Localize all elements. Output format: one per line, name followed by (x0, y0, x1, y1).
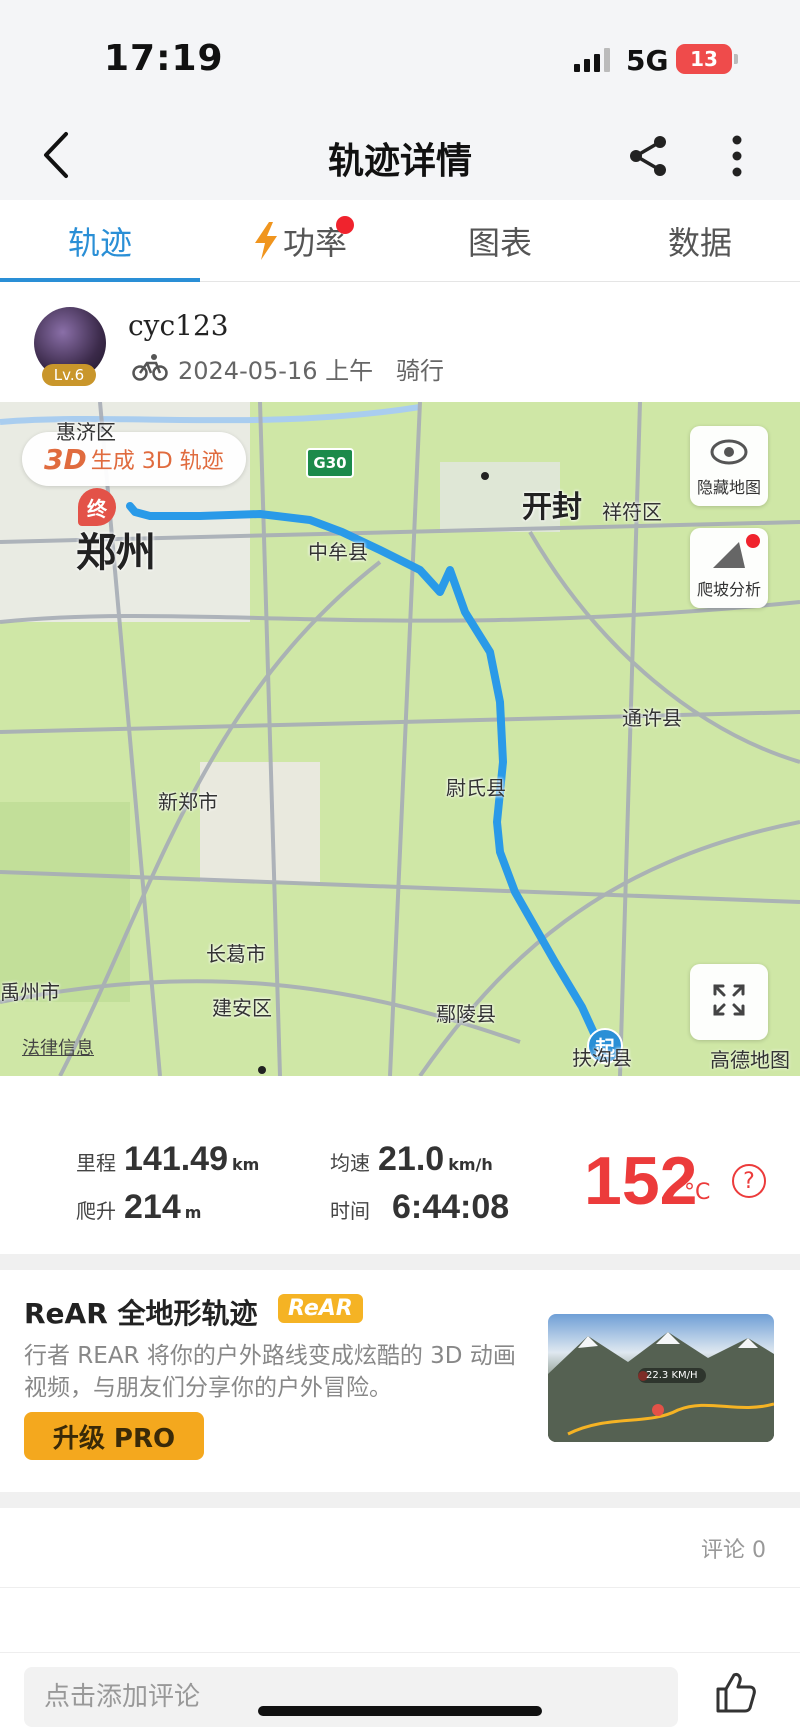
stat-speed: 均速 21.0 km/h (330, 1140, 493, 1179)
climb-value: 214 (124, 1188, 181, 1226)
more-vertical-icon[interactable] (724, 132, 750, 180)
map-label-changge: 长葛市 (206, 942, 266, 966)
section-divider (0, 1492, 800, 1508)
tab-track[interactable]: 轨迹 (0, 200, 200, 282)
map-label-zhongmou: 中牟县 (308, 540, 368, 564)
promo-title: ReAR 全地形轨迹 (24, 1297, 258, 1330)
3d-tag: 3D (44, 442, 87, 476)
section-divider (0, 1254, 800, 1270)
climb-analysis-button[interactable]: 爬坡分析 (690, 528, 768, 608)
map-label-weishi: 尉氏县 (446, 776, 506, 800)
bicycle-icon (132, 354, 168, 381)
climb-analysis-label: 爬坡分析 (696, 580, 761, 599)
map-label-yuzhou: 禹州市 (0, 980, 60, 1004)
legal-info-link[interactable]: 法律信息 (22, 1034, 94, 1060)
status-bar: 17:19 5G 13 (0, 0, 800, 110)
comment-input[interactable] (24, 1667, 678, 1727)
bottom-bar (0, 1652, 800, 1734)
hide-map-label: 隐藏地图 (696, 478, 761, 497)
stat-climb: 爬升 214 m (76, 1188, 201, 1227)
map-label-yanling: 鄢陵县 (436, 1002, 496, 1026)
speed-label: 均速 (330, 1151, 370, 1175)
thumbs-up-icon[interactable] (712, 1669, 758, 1715)
home-indicator (258, 1706, 542, 1716)
map-brand: 高德地图 (710, 1048, 790, 1072)
user-info: Lv.6 cyc123 2024-05-16 上午 骑行 (0, 283, 800, 401)
hide-map-button[interactable]: 隐藏地图 (690, 426, 768, 506)
ride-type: 骑行 (396, 357, 444, 385)
time-value: 6:44:08 (392, 1188, 510, 1226)
tab-track-label: 轨迹 (67, 223, 132, 262)
thumb-speed: 22.3 KM/H (638, 1368, 706, 1383)
status-time: 17:19 (104, 38, 224, 79)
lightning-bolt-icon (254, 221, 277, 260)
stat-distance: 里程 141.49 km (76, 1140, 259, 1179)
page-title: 轨迹详情 (327, 141, 472, 182)
eye-icon (710, 439, 748, 465)
speed-value: 21.0 (378, 1140, 445, 1178)
fullscreen-button[interactable] (690, 964, 768, 1040)
distance-unit: km (232, 1155, 260, 1174)
upgrade-pro-button[interactable]: 升级 PRO (24, 1412, 204, 1460)
notification-dot (336, 216, 354, 234)
highway-badge: G30 (306, 448, 354, 478)
ride-meta: 2024-05-16 上午 骑行 (178, 351, 444, 386)
map-label-huiji: 惠济区 (56, 420, 116, 444)
map-label-jianan: 建安区 (212, 996, 272, 1020)
username[interactable]: cyc123 (128, 309, 229, 342)
tab-charts[interactable]: 图表 (400, 200, 600, 281)
question-circle-icon[interactable]: ? (732, 1164, 766, 1198)
temperature-value: 152 (584, 1143, 698, 1219)
signal-icon (574, 48, 610, 72)
stat-time: 时间 6:44:08 (330, 1188, 509, 1227)
tab-charts-label: 图表 (467, 223, 532, 262)
time-label: 时间 (330, 1199, 370, 1223)
generate-3d-label: 生成 3D 轨迹 (90, 449, 224, 474)
map-label-kaifeng: 开封 (522, 490, 582, 525)
ride-stats: 里程 141.49 km 均速 21.0 km/h 爬升 214 m 时间 6:… (0, 1076, 800, 1254)
promo-thumbnail: 22.3 KM/H (548, 1314, 774, 1442)
climb-unit: m (184, 1203, 202, 1222)
distance-label: 里程 (76, 1151, 116, 1175)
promo-badge: ReAR (278, 1294, 363, 1323)
route-map[interactable]: 3D 生成 3D 轨迹 G30 终 起 惠济区 郑州 开封 祥符区 中牟县 通许… (0, 402, 800, 1076)
map-label-xinzheng: 新郑市 (158, 790, 218, 814)
notification-dot (746, 534, 760, 548)
comments-header: 评论 0 (0, 1508, 800, 1588)
temperature-unit: °C (684, 1180, 711, 1205)
map-label-xiangfu: 祥符区 (602, 500, 662, 524)
comment-count: 评论 0 (701, 1538, 766, 1563)
rear-promo-card[interactable]: ReAR 全地形轨迹 ReAR 行者 REAR 将你的户外路线变成炫酷的 3D … (0, 1270, 800, 1492)
battery-level: 13 (690, 47, 718, 71)
tab-data[interactable]: 数据 (600, 200, 800, 281)
mountain-icon (713, 542, 745, 568)
expand-icon (713, 984, 745, 1016)
distance-value: 141.49 (124, 1140, 228, 1178)
share-icon[interactable] (624, 132, 672, 180)
network-label: 5G (626, 44, 669, 77)
ride-date: 2024-05-16 上午 (178, 357, 374, 385)
map-label-tongxu: 通许县 (622, 706, 682, 730)
battery-icon: 13 (676, 44, 738, 74)
speed-unit: km/h (448, 1155, 493, 1174)
nav-bar: 轨迹详情 (0, 110, 800, 200)
climb-label: 爬升 (76, 1199, 116, 1223)
tab-power[interactable]: 功率 (200, 200, 400, 281)
map-label-fugou: 扶沟县 (572, 1046, 632, 1070)
map-base (0, 402, 800, 1076)
map-label-zhengzhou: 郑州 (76, 530, 156, 576)
promo-description: 行者 REAR 将你的户外路线变成炫酷的 3D 动画视频，与朋友们分享你的户外冒… (24, 1343, 516, 1401)
level-badge: Lv.6 (42, 364, 96, 386)
tab-bar: 轨迹 功率 图表 数据 (0, 200, 800, 282)
tab-data-label: 数据 (667, 223, 732, 262)
